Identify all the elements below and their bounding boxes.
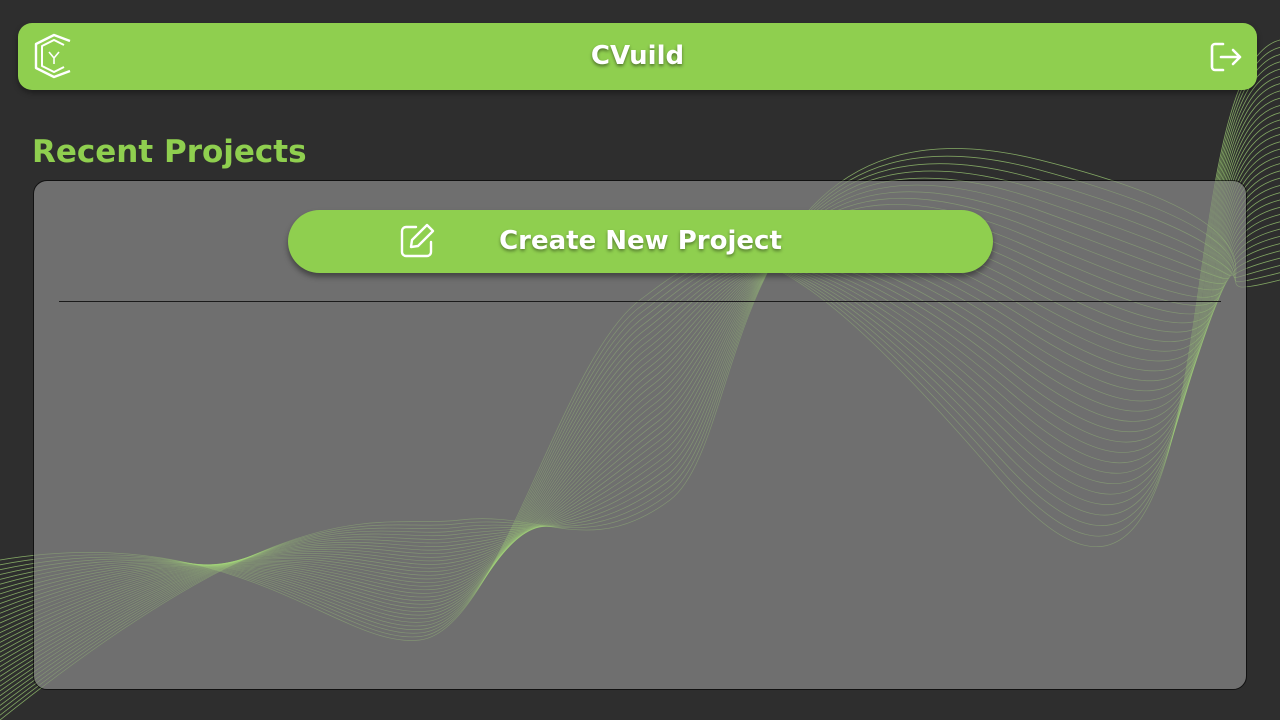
create-new-project-button[interactable]: Create New Project [288, 210, 993, 273]
logout-icon[interactable] [1209, 40, 1243, 74]
create-new-project-label: Create New Project [499, 226, 782, 256]
top-navbar: CVuild [18, 23, 1257, 90]
section-title-recent-projects: Recent Projects [32, 134, 307, 170]
app-title: CVuild [590, 41, 685, 71]
app-screen: CVuild Recent Projects Create New Projec… [0, 0, 1280, 720]
divider [59, 301, 1221, 302]
